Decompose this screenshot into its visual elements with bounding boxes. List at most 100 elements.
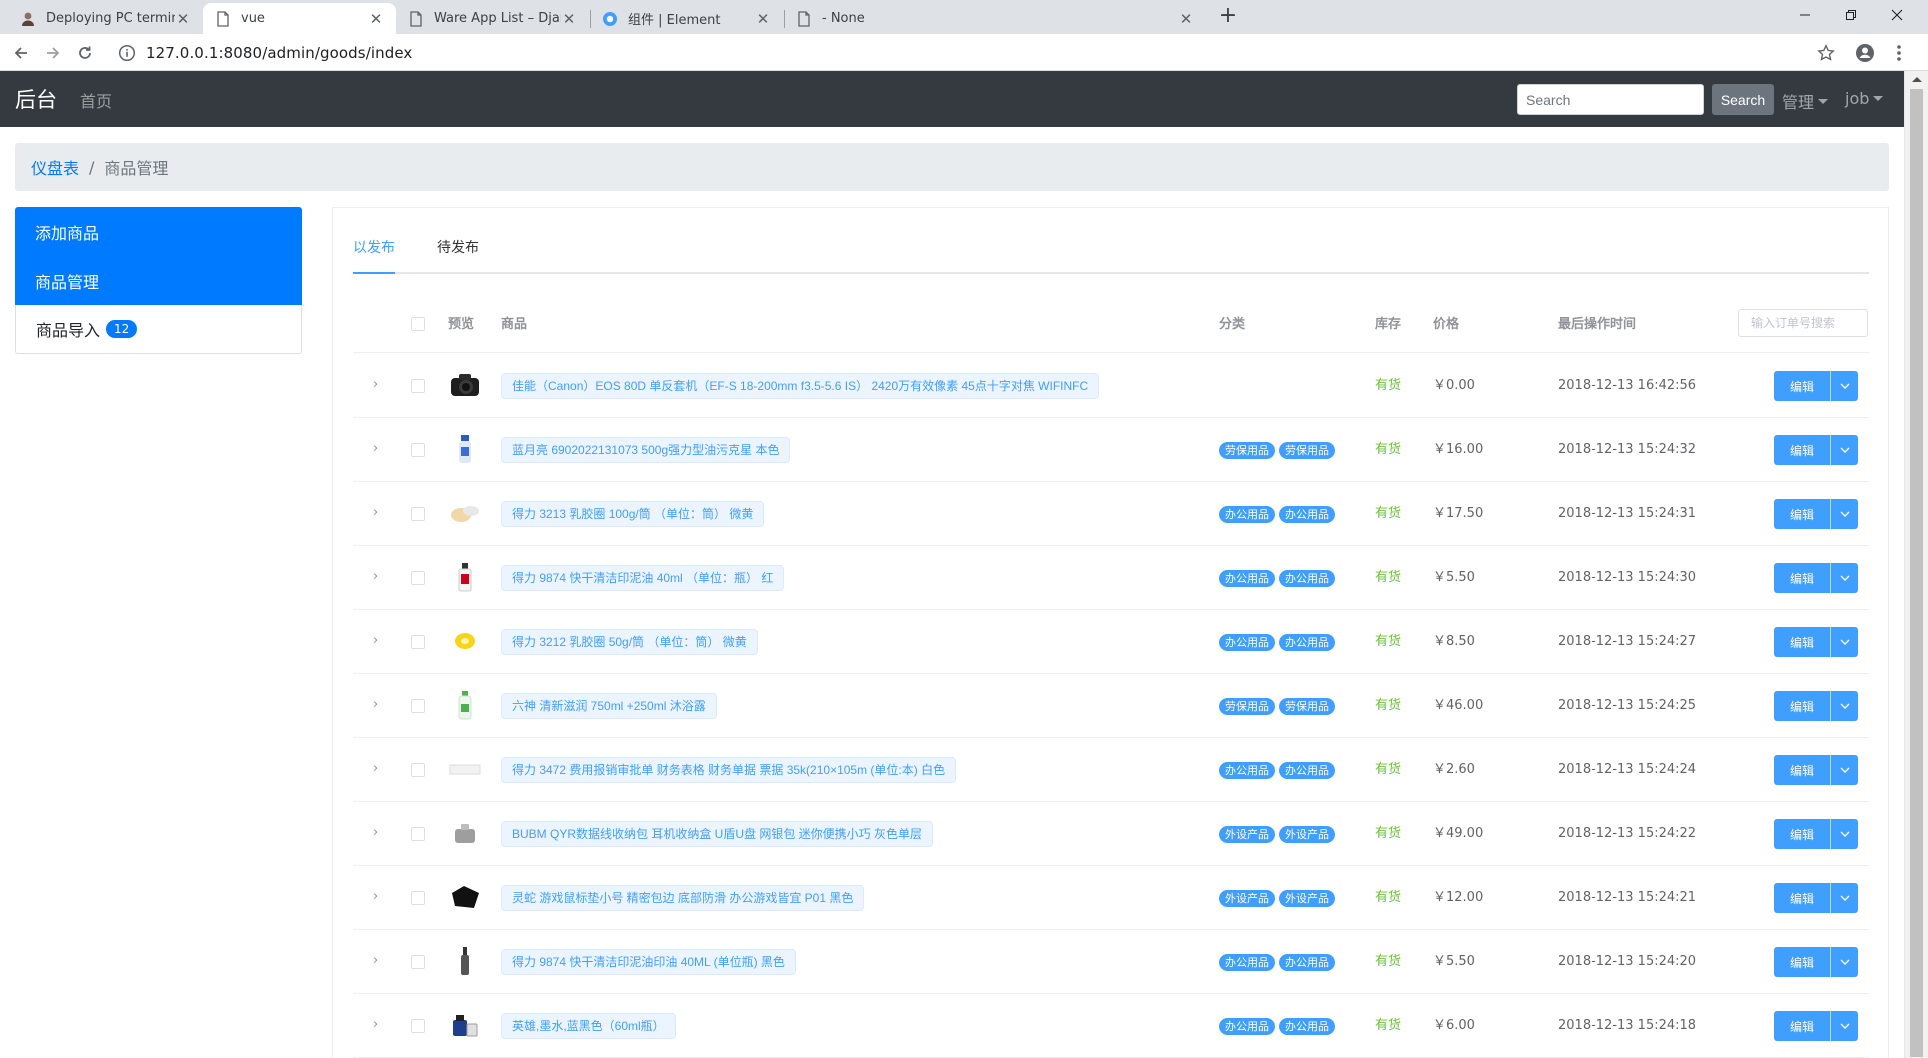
browser-tab-element[interactable]: 组件 | Element ✕ — [590, 3, 783, 34]
bookmark-button[interactable] — [1813, 40, 1839, 66]
row-checkbox[interactable] — [411, 955, 425, 969]
select-all-checkbox[interactable] — [411, 317, 425, 331]
product-name-tag[interactable]: 得力 9874 快干清洁印泥油 40ml （单位：瓶） 红 — [501, 565, 785, 591]
edit-button[interactable]: 编辑 — [1774, 883, 1830, 913]
table-row: › 得力 3213 乳胶圈 100g/筒 （单位：筒） 微黄 办公用品 办公用品 … — [353, 482, 1869, 546]
close-icon[interactable]: ✕ — [368, 11, 384, 27]
row-checkbox[interactable] — [411, 891, 425, 905]
reload-button[interactable] — [72, 40, 98, 66]
row-checkbox[interactable] — [411, 379, 425, 393]
close-icon[interactable]: ✕ — [755, 11, 771, 27]
expand-row-icon[interactable]: › — [373, 378, 385, 392]
edit-dropdown-button[interactable] — [1830, 499, 1858, 529]
row-checkbox[interactable] — [411, 763, 425, 777]
expand-row-icon[interactable]: › — [373, 634, 385, 648]
tab-published[interactable]: 以发布 — [353, 236, 395, 274]
edit-button[interactable]: 编辑 — [1774, 627, 1830, 657]
expand-row-icon[interactable]: › — [373, 442, 385, 456]
edit-button[interactable]: 编辑 — [1774, 691, 1830, 721]
edit-dropdown-button[interactable] — [1830, 883, 1858, 913]
edit-split-button: 编辑 — [1774, 691, 1858, 721]
user-dropdown[interactable]: job — [1845, 89, 1884, 108]
edit-dropdown-button[interactable] — [1830, 563, 1858, 593]
edit-dropdown-button[interactable] — [1830, 755, 1858, 785]
minimize-button[interactable] — [1782, 0, 1828, 30]
expand-row-icon[interactable]: › — [373, 570, 385, 584]
expand-row-icon[interactable]: › — [373, 890, 385, 904]
product-name-tag[interactable]: 灵蛇 游戏鼠标垫小号 精密包边 底部防滑 办公游戏皆宜 P01 黑色 — [501, 885, 865, 911]
order-search-input[interactable] — [1738, 309, 1868, 337]
forward-button[interactable] — [40, 40, 66, 66]
expand-row-icon[interactable]: › — [373, 826, 385, 840]
edit-dropdown-button[interactable] — [1830, 435, 1858, 465]
edit-button[interactable]: 编辑 — [1774, 1011, 1830, 1041]
page-scrollbar[interactable] — [1904, 71, 1928, 1058]
product-name-tag[interactable]: 佳能（Canon）EOS 80D 单反套机（EF-S 18-200mm f3.5… — [501, 373, 1100, 399]
back-button[interactable] — [8, 40, 34, 66]
expand-row-icon[interactable]: › — [373, 954, 385, 968]
sidebar-item-goods-import[interactable]: 商品导入 12 — [15, 305, 302, 354]
scrollbar-thumb[interactable] — [1910, 89, 1923, 1057]
browser-tab-ware-app[interactable]: Ware App List – Django REST ✕ — [396, 3, 589, 34]
product-name-tag[interactable]: 六神 清新滋润 750ml +250ml 沐浴露 — [501, 693, 717, 719]
row-checkbox[interactable] — [411, 827, 425, 841]
browser-tab-vue[interactable]: vue ✕ — [203, 3, 396, 34]
close-icon[interactable]: ✕ — [175, 11, 191, 27]
row-checkbox[interactable] — [411, 507, 425, 521]
row-checkbox[interactable] — [411, 443, 425, 457]
price: ￥0.00 — [1433, 378, 1475, 393]
browser-tab-none[interactable]: - None ✕ — [784, 3, 1206, 34]
breadcrumb-dashboard-link[interactable]: 仪盘表 — [31, 155, 79, 179]
close-window-button[interactable] — [1874, 0, 1920, 30]
close-icon[interactable]: ✕ — [561, 11, 577, 27]
edit-button[interactable]: 编辑 — [1774, 499, 1830, 529]
product-name-tag[interactable]: 蓝月亮 6902022131073 500g强力型油污克星 本色 — [501, 437, 791, 463]
browser-menu-button[interactable] — [1886, 40, 1912, 66]
price: ￥2.60 — [1433, 762, 1475, 777]
product-name-tag[interactable]: 得力 3472 费用报销审批单 财务表格 财务单据 票据 35k(210×105… — [501, 757, 957, 783]
product-name-tag[interactable]: 英雄,墨水,蓝黑色（60ml瓶） — [501, 1013, 676, 1039]
info-icon[interactable] — [118, 44, 136, 62]
edit-button[interactable]: 编辑 — [1774, 755, 1830, 785]
product-name-tag[interactable]: 得力 9874 快干清洁印泥油印油 40ML (单位瓶) 黑色 — [501, 949, 796, 975]
browser-tab-deploying[interactable]: Deploying PC terminal test en ✕ — [8, 3, 203, 34]
url-bar[interactable]: 127.0.0.1:8080/admin/goods/index — [110, 39, 1810, 67]
edit-button[interactable]: 编辑 — [1774, 371, 1830, 401]
brand-logo[interactable]: 后台 — [15, 84, 57, 114]
nav-home-link[interactable]: 首页 — [80, 88, 112, 112]
manage-dropdown[interactable]: 管理 — [1782, 89, 1829, 113]
expand-row-icon[interactable]: › — [373, 506, 385, 520]
sidebar-item-add-goods[interactable]: 添加商品 — [15, 207, 302, 256]
profile-button[interactable] — [1852, 40, 1878, 66]
sidebar-item-goods-manage[interactable]: 商品管理 — [15, 256, 302, 305]
close-icon[interactable]: ✕ — [1178, 11, 1194, 27]
edit-dropdown-button[interactable] — [1830, 627, 1858, 657]
edit-button[interactable]: 编辑 — [1774, 819, 1830, 849]
expand-row-icon[interactable]: › — [373, 1018, 385, 1032]
row-checkbox[interactable] — [411, 699, 425, 713]
restore-button[interactable] — [1828, 0, 1874, 30]
scroll-up-icon[interactable] — [1912, 77, 1922, 82]
expand-row-icon[interactable]: › — [373, 762, 385, 776]
row-checkbox[interactable] — [411, 571, 425, 585]
edit-dropdown-button[interactable] — [1830, 371, 1858, 401]
edit-dropdown-button[interactable] — [1830, 691, 1858, 721]
edit-button[interactable]: 编辑 — [1774, 435, 1830, 465]
row-checkbox[interactable] — [411, 635, 425, 649]
edit-dropdown-button[interactable] — [1830, 1011, 1858, 1041]
edit-button[interactable]: 编辑 — [1774, 563, 1830, 593]
tab-pending[interactable]: 待发布 — [437, 236, 479, 274]
row-checkbox[interactable] — [411, 1019, 425, 1033]
expand-row-icon[interactable]: › — [373, 698, 385, 712]
edit-button[interactable]: 编辑 — [1774, 947, 1830, 977]
search-input[interactable] — [1517, 84, 1704, 115]
chevron-down-icon — [1840, 703, 1849, 709]
paper-thumbnail — [448, 752, 482, 786]
product-name-tag[interactable]: 得力 3212 乳胶圈 50g/筒 （单位：筒） 微黄 — [501, 629, 758, 655]
edit-dropdown-button[interactable] — [1830, 947, 1858, 977]
new-tab-button[interactable]: + — [1214, 5, 1242, 29]
edit-dropdown-button[interactable] — [1830, 819, 1858, 849]
product-name-tag[interactable]: 得力 3213 乳胶圈 100g/筒 （单位：筒） 微黄 — [501, 501, 765, 527]
product-name-tag[interactable]: BUBM QYR数据线收纳包 耳机收纳盒 U盾U盘 网银包 迷你便携小巧 灰色单… — [501, 821, 934, 847]
search-button[interactable]: Search — [1712, 84, 1774, 115]
